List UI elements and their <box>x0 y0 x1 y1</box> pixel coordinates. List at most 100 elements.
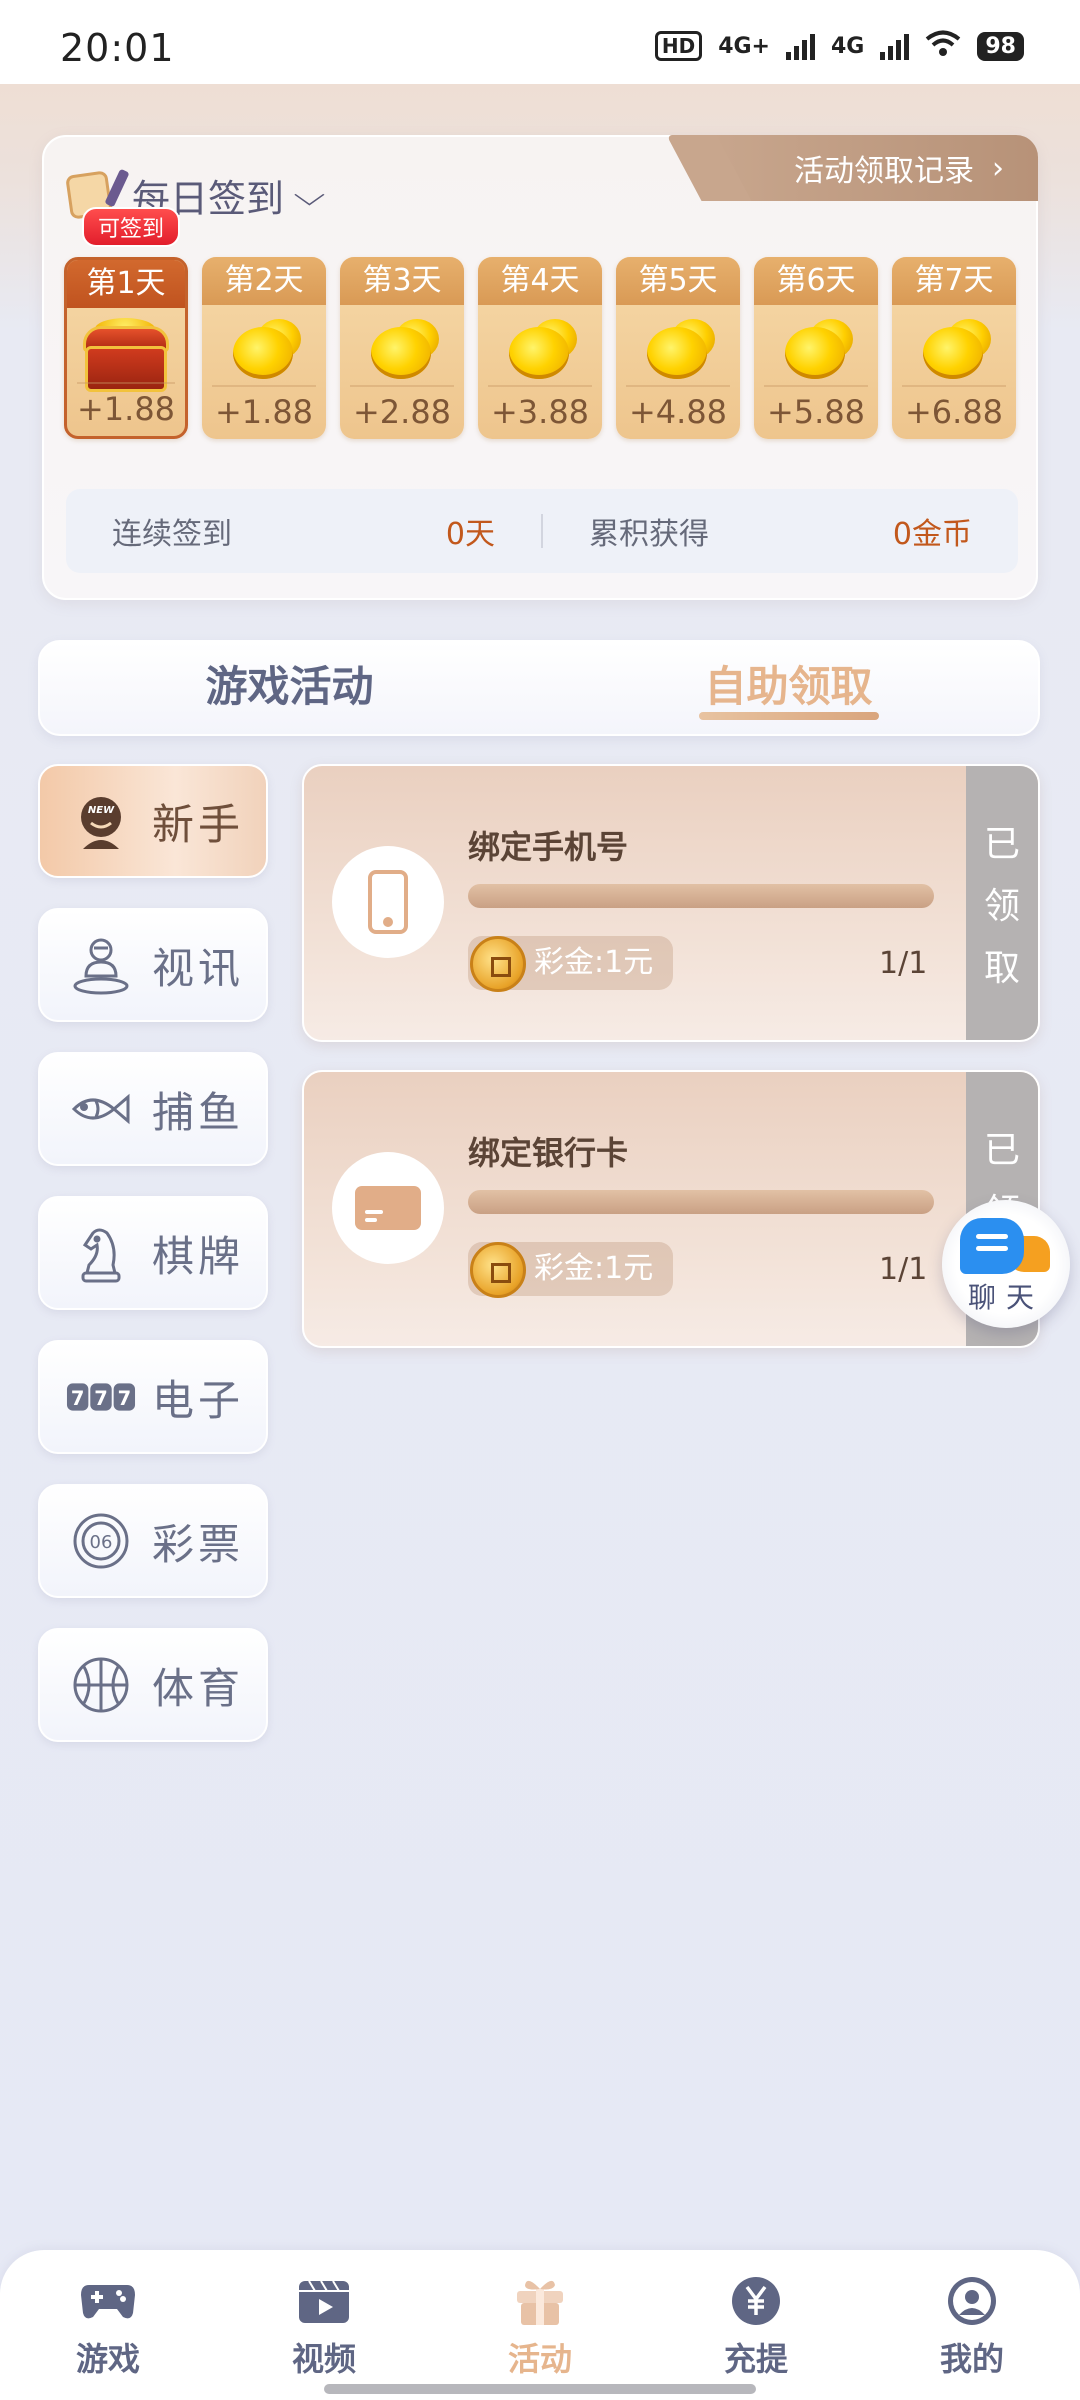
active-tab-underline <box>698 712 879 720</box>
signal-icon <box>786 32 815 60</box>
category-sports[interactable]: 体育 <box>38 1628 268 1742</box>
basketball-icon <box>66 1650 136 1720</box>
home-indicator[interactable] <box>324 2384 756 2394</box>
profile-icon <box>943 2274 1001 2328</box>
streak-value: 0天 <box>445 517 495 552</box>
task-title: 绑定银行卡 <box>468 1134 629 1172</box>
category-label: 捕鱼 <box>152 1087 245 1137</box>
signin-day-6[interactable]: 第6天 +5.88 <box>754 257 878 439</box>
activity-tabs: 游戏活动 自助领取 <box>38 640 1040 736</box>
nav-label: 我的 <box>939 2340 1004 2378</box>
task-card-bind-phone: 绑定手机号 彩金:1元 1/1 已 领 取 <box>302 764 1040 1042</box>
activity-record-button[interactable]: 活动领取记录 › <box>708 135 1038 201</box>
day-reward: +4.88 <box>628 393 728 431</box>
day-reward: +1.88 <box>76 390 176 428</box>
streak-summary: 连续签到 0天 <box>66 509 541 553</box>
total-value: 0金币 <box>892 517 972 552</box>
status-char: 已 <box>983 1130 1020 1171</box>
day-reward: +6.88 <box>904 393 1004 431</box>
slot-777-icon: 777 <box>66 1362 136 1432</box>
chat-float-button[interactable]: 聊天 <box>942 1200 1070 1328</box>
task-progress-bar <box>468 884 934 908</box>
gamepad-icon <box>79 2274 137 2328</box>
day-reward: +2.88 <box>352 393 452 431</box>
tab-label: 自助领取 <box>704 662 873 711</box>
fish-icon <box>66 1074 136 1144</box>
category-electronic[interactable]: 777 电子 <box>38 1340 268 1454</box>
yen-icon <box>727 2274 785 2328</box>
task-reward: 彩金:1元 <box>468 1242 674 1298</box>
nav-label: 视频 <box>291 2340 356 2378</box>
gold-coins-icon <box>227 319 301 385</box>
category-sidebar: NEW 新手 视讯 捕鱼 棋牌 777 电子 06 彩票 体育 <box>38 764 268 1772</box>
chevron-down-icon[interactable]: ⌵ <box>293 178 325 213</box>
nav-label: 活动 <box>507 2340 572 2378</box>
category-label: 体育 <box>152 1663 245 1713</box>
newbie-icon: NEW <box>66 786 136 856</box>
signin-summary: 连续签到 0天 累积获得 0金币 <box>66 489 1018 573</box>
category-lottery[interactable]: 06 彩票 <box>38 1484 268 1598</box>
tab-label: 游戏活动 <box>205 662 374 711</box>
signin-days: 第1天 +1.88 第2天 +1.88 第3天 +2.88 第4天 +3.88 … <box>64 257 1016 439</box>
signin-day-4[interactable]: 第4天 +3.88 <box>478 257 602 439</box>
task-card-bind-bank-card: 绑定银行卡 彩金:1元 1/1 已 领 取 <box>302 1070 1040 1348</box>
day-label: 第4天 <box>478 257 602 305</box>
task-progress-count: 1/1 <box>879 946 928 981</box>
copper-coin-icon <box>470 936 526 992</box>
svg-text:7: 7 <box>71 1387 85 1410</box>
nav-activity[interactable]: 活动 <box>432 2250 648 2400</box>
signin-day-5[interactable]: 第5天 +4.88 <box>616 257 740 439</box>
nav-label: 游戏 <box>75 2340 140 2378</box>
gold-coins-icon <box>917 319 991 385</box>
category-newbie[interactable]: NEW 新手 <box>38 764 268 878</box>
signin-day-1[interactable]: 第1天 +1.88 <box>64 257 188 439</box>
claimed-status-button[interactable]: 已 领 取 <box>966 766 1038 1040</box>
can-sign-badge: 可签到 <box>82 207 181 247</box>
category-chess-cards[interactable]: 棋牌 <box>38 1196 268 1310</box>
status-char: 取 <box>983 948 1020 989</box>
status-time: 20:01 <box>60 26 175 70</box>
status-char: 已 <box>983 824 1020 865</box>
day-reward: +1.88 <box>214 393 314 431</box>
day-label: 第7天 <box>892 257 1016 305</box>
tab-self-claim[interactable]: 自助领取 <box>539 642 1038 734</box>
battery-level: 98 <box>977 31 1024 61</box>
chevron-right-icon: › <box>992 150 1004 186</box>
nav-profile[interactable]: 我的 <box>864 2250 1080 2400</box>
svg-text:06: 06 <box>90 1532 113 1553</box>
signin-day-7[interactable]: 第7天 +6.88 <box>892 257 1016 439</box>
gold-coins-icon <box>365 319 439 385</box>
activity-record-label: 活动领取记录 <box>794 154 974 189</box>
nav-deposit-withdraw[interactable]: 充提 <box>648 2250 864 2400</box>
nav-games[interactable]: 游戏 <box>0 2250 216 2400</box>
day-label: 第3天 <box>340 257 464 305</box>
category-fishing[interactable]: 捕鱼 <box>38 1052 268 1166</box>
category-label: 彩票 <box>152 1519 245 1569</box>
signin-day-2[interactable]: 第2天 +1.88 <box>202 257 326 439</box>
gold-coins-icon <box>641 319 715 385</box>
nav-video[interactable]: 视频 <box>216 2250 432 2400</box>
lottery-ball-icon: 06 <box>66 1506 136 1576</box>
task-title: 绑定手机号 <box>468 828 629 866</box>
svg-text:7: 7 <box>118 1387 132 1410</box>
svg-text:7: 7 <box>94 1387 108 1410</box>
signal-icon-2 <box>880 32 910 60</box>
chat-bubble-icon <box>960 1218 1024 1274</box>
gold-coins-icon <box>503 319 577 385</box>
category-live-video[interactable]: 视讯 <box>38 908 268 1022</box>
svg-text:NEW: NEW <box>88 805 115 816</box>
category-label: 新手 <box>152 799 245 849</box>
wifi-icon <box>925 30 961 62</box>
chat-label: 聊天 <box>967 1281 1044 1314</box>
bottom-nav: 游戏 视频 活动 充提 我的 <box>0 2250 1080 2400</box>
category-label: 棋牌 <box>152 1231 245 1281</box>
status-char: 领 <box>983 886 1020 927</box>
treasure-chest-icon <box>81 318 171 392</box>
tab-game-activity[interactable]: 游戏活动 <box>40 642 539 734</box>
category-label: 视讯 <box>152 943 245 993</box>
status-bar: 20:01 HD 4G+ 4G 98 <box>0 0 1080 84</box>
bank-card-icon <box>332 1152 444 1264</box>
signin-day-3[interactable]: 第3天 +2.88 <box>340 257 464 439</box>
day-label: 第5天 <box>616 257 740 305</box>
day-label: 第1天 <box>67 260 185 308</box>
